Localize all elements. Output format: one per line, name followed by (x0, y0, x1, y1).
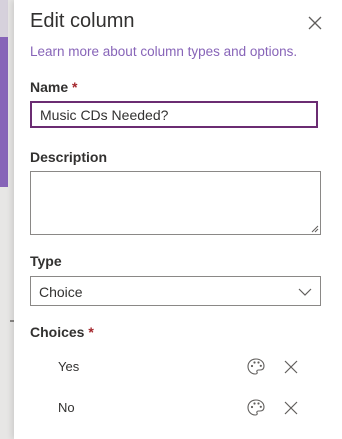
choices-label: Choices * (30, 324, 94, 340)
choices-required-mark: * (88, 324, 94, 340)
remove-icon (284, 401, 298, 415)
choice-label[interactable]: Yes (58, 359, 79, 374)
background-header-accent (0, 0, 8, 37)
choices-label-text: Choices (30, 324, 85, 340)
remove-icon (284, 360, 298, 374)
choice-color-button[interactable] (246, 398, 266, 418)
name-required-mark: * (72, 79, 78, 95)
choice-label[interactable]: No (58, 400, 75, 415)
choice-remove-button[interactable] (283, 400, 299, 416)
edit-column-panel: Edit column Learn more about column type… (14, 0, 342, 439)
resize-grip-icon[interactable] (311, 225, 319, 233)
choice-row: Yes (30, 352, 330, 382)
palette-icon (247, 399, 265, 416)
name-input[interactable] (30, 101, 318, 128)
type-selected-value: Choice (39, 284, 83, 300)
background-nav-accent (0, 37, 8, 187)
background-page-strip (0, 0, 14, 439)
type-dropdown[interactable]: Choice (30, 276, 321, 306)
choice-color-button[interactable] (246, 357, 266, 377)
panel-title: Edit column (30, 10, 135, 32)
name-label: Name * (30, 79, 77, 95)
close-button[interactable] (306, 14, 324, 32)
choice-row: No (30, 393, 330, 423)
learn-more-link[interactable]: Learn more about column types and option… (30, 44, 297, 59)
type-label: Type (30, 253, 62, 269)
name-label-text: Name (30, 79, 69, 95)
palette-icon (247, 358, 265, 375)
description-textarea[interactable] (30, 171, 321, 235)
chevron-down-icon (298, 288, 312, 296)
description-label: Description (30, 149, 108, 165)
close-icon (308, 16, 322, 30)
choice-remove-button[interactable] (283, 359, 299, 375)
